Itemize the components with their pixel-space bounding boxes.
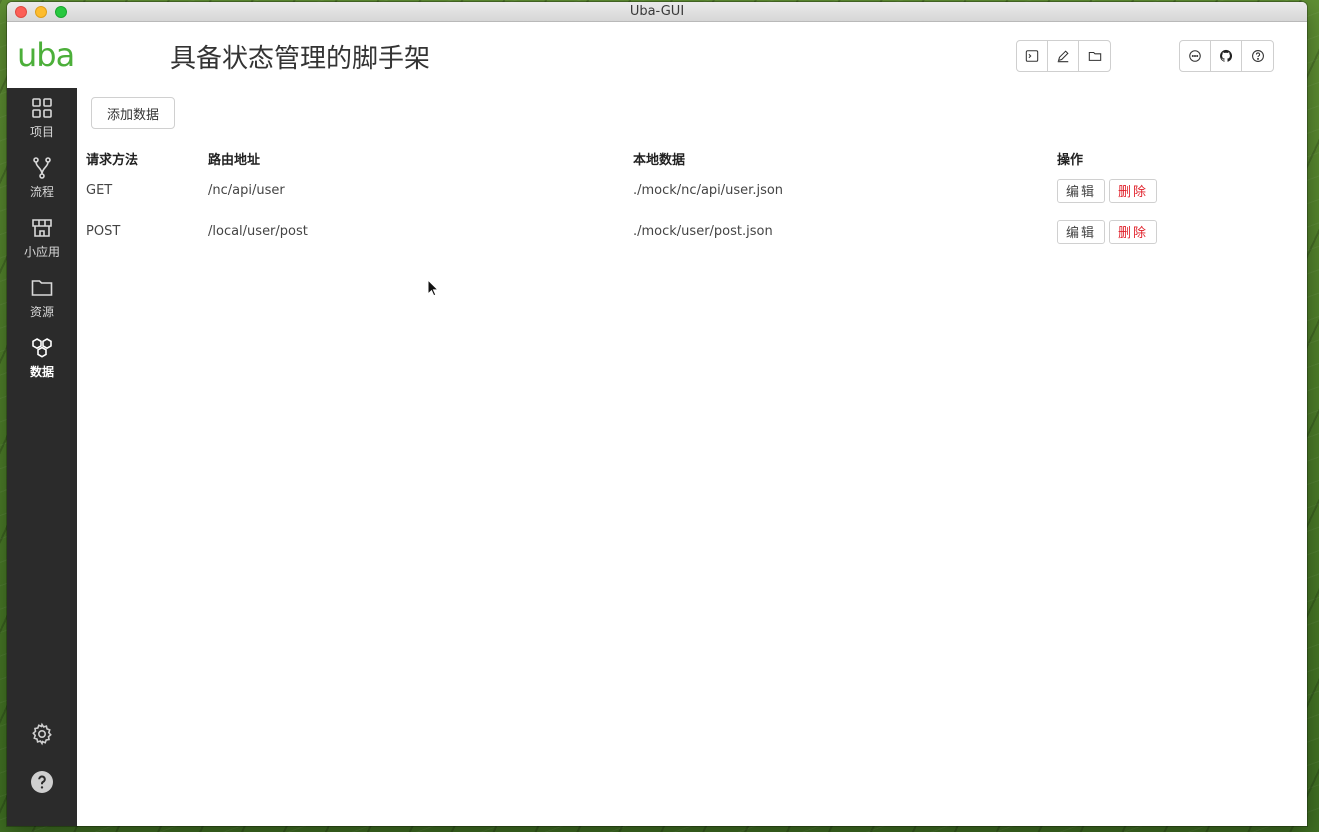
folder-icon xyxy=(1088,51,1101,61)
add-data-button[interactable]: 添加数据 xyxy=(91,97,176,129)
sidebar-item-flow[interactable]: 流程 xyxy=(7,148,77,208)
edit-button[interactable]: 编辑 xyxy=(1057,219,1106,244)
grid-icon xyxy=(32,98,52,118)
feedback-button[interactable] xyxy=(1180,41,1211,71)
sidebar-item-resources[interactable]: 资源 xyxy=(7,268,77,328)
row-actions: 编辑 删除 xyxy=(1057,219,1158,244)
help-button[interactable] xyxy=(1242,41,1273,71)
delete-button[interactable]: 删除 xyxy=(1109,178,1158,203)
sidebar-item-projects[interactable]: 项目 xyxy=(7,88,77,148)
open-terminal-button[interactable] xyxy=(1017,41,1048,71)
edit-button[interactable]: 编辑 xyxy=(1057,178,1106,203)
sidebar-item-label: 数据 xyxy=(29,365,54,379)
sidebar-item-label: 资源 xyxy=(29,305,54,319)
app-window: Uba-GUI uba 具备状态管理的脚手架 项目 流程 小应用 资源 数据 添… xyxy=(7,2,1307,826)
terminal-icon xyxy=(1025,50,1039,62)
sidebar-item-mini-apps[interactable]: 小应用 xyxy=(7,208,77,268)
chat-icon xyxy=(1189,50,1201,62)
sidebar-item-label: 小应用 xyxy=(23,245,60,259)
sidebar-item-data[interactable]: 数据 xyxy=(7,328,77,388)
data-hexagons-icon xyxy=(32,338,52,358)
title-bar[interactable]: Uba-GUI xyxy=(7,2,1307,22)
flow-branch-icon xyxy=(33,157,51,179)
column-header-local-data: 本地数据 xyxy=(633,152,686,168)
github-button[interactable] xyxy=(1211,41,1242,71)
table-row: POST /local/user/post ./mock/user/post.j… xyxy=(86,211,1286,252)
maximize-window-button[interactable] xyxy=(55,6,67,18)
route-cell: /local/user/post xyxy=(208,224,308,239)
open-folder-button[interactable] xyxy=(1079,41,1110,71)
window-controls xyxy=(15,6,67,18)
help-tools-group xyxy=(1179,40,1274,72)
request-method-cell: POST xyxy=(86,224,121,239)
column-header-route: 路由地址 xyxy=(208,152,261,168)
edit-icon xyxy=(1057,50,1069,63)
sidebar-item-label: 流程 xyxy=(29,185,54,199)
request-method-cell: GET xyxy=(86,183,113,198)
mock-data-table: 请求方法 路由地址 本地数据 操作 GET /nc/api/user ./moc… xyxy=(86,146,1286,252)
sidebar-help-button[interactable] xyxy=(7,758,77,806)
main-content: 添加数据 请求方法 路由地址 本地数据 操作 GET /nc/api/user … xyxy=(77,88,1307,826)
settings-gear-icon xyxy=(32,722,52,746)
minimize-window-button[interactable] xyxy=(35,6,47,18)
table-header-row: 请求方法 路由地址 本地数据 操作 xyxy=(86,146,1286,170)
mini-app-icon xyxy=(32,219,52,237)
app-header: uba 具备状态管理的脚手架 xyxy=(7,22,1307,87)
sidebar: 项目 流程 小应用 资源 数据 xyxy=(7,88,77,826)
project-tools-group xyxy=(1016,40,1111,72)
folder-icon xyxy=(31,280,53,296)
close-window-button[interactable] xyxy=(15,6,27,18)
table-row: GET /nc/api/user ./mock/nc/api/user.json… xyxy=(86,170,1286,211)
github-icon xyxy=(1219,49,1233,62)
settings-button[interactable] xyxy=(7,710,77,758)
delete-button[interactable]: 删除 xyxy=(1109,219,1158,244)
mouse-cursor-icon xyxy=(427,279,439,297)
column-header-method: 请求方法 xyxy=(86,152,139,168)
help-circle-icon xyxy=(1251,50,1264,62)
route-cell: /nc/api/user xyxy=(208,183,285,198)
local-data-cell: ./mock/nc/api/user.json xyxy=(633,183,784,198)
help-icon xyxy=(31,771,53,793)
open-editor-button[interactable] xyxy=(1048,41,1079,71)
window-title: Uba-GUI xyxy=(629,4,685,19)
sidebar-bottom xyxy=(7,710,77,806)
uba-logo: uba xyxy=(17,36,75,74)
sidebar-item-label: 项目 xyxy=(29,125,54,139)
column-header-actions: 操作 xyxy=(1057,152,1084,168)
local-data-cell: ./mock/user/post.json xyxy=(633,224,773,239)
page-title: 具备状态管理的脚手架 xyxy=(170,44,431,74)
row-actions: 编辑 删除 xyxy=(1057,178,1158,203)
